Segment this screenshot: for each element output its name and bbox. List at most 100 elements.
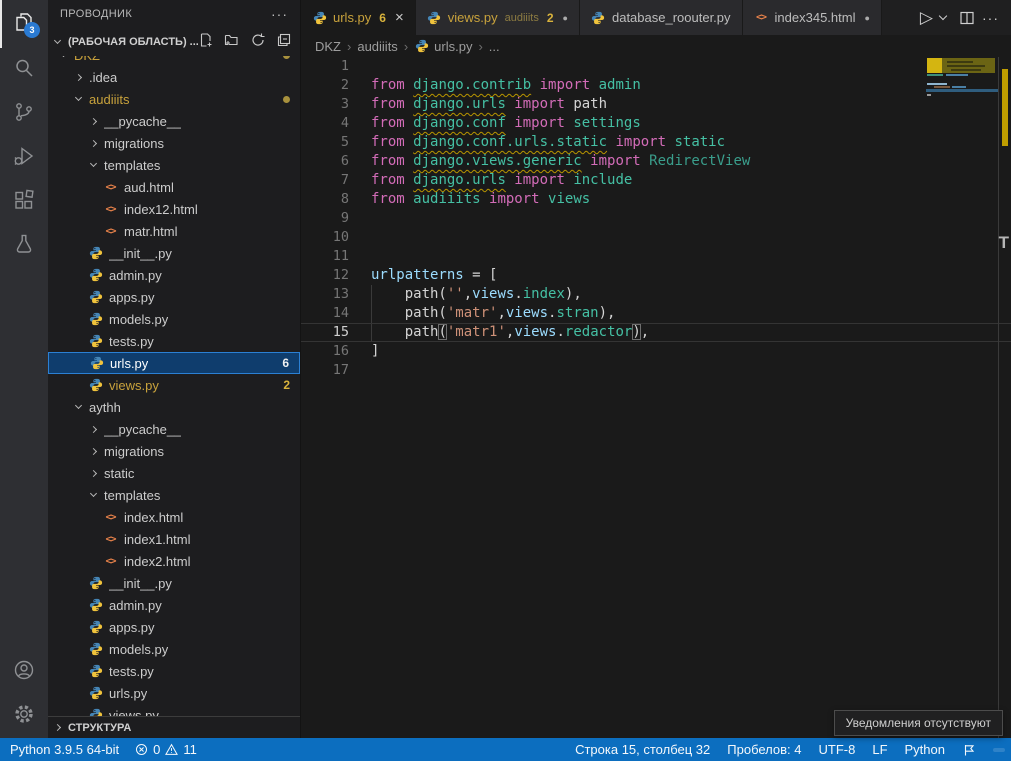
- tree-item-views.py[interactable]: views.py: [48, 704, 300, 716]
- tree-item-label: matr.html: [124, 224, 177, 239]
- code-line-13[interactable]: 13 path('',views.index),: [301, 285, 1011, 304]
- encoding-status[interactable]: UTF-8: [819, 742, 856, 757]
- tree-item-audiiits[interactable]: audiiits: [48, 88, 300, 110]
- eol-status[interactable]: LF: [872, 742, 887, 757]
- python-icon: [88, 642, 103, 657]
- activitybar-source-control[interactable]: [0, 92, 48, 136]
- breadcrumb-item[interactable]: ...: [489, 39, 500, 54]
- tree-item-apps.py[interactable]: apps.py: [48, 616, 300, 638]
- activitybar-extensions[interactable]: [0, 180, 48, 224]
- code-editor[interactable]: 12from django.contrib import admin3from …: [301, 57, 1011, 738]
- tree-item-index12.html[interactable]: <>index12.html: [48, 198, 300, 220]
- activitybar-run-debug[interactable]: [0, 136, 48, 180]
- scrollbar[interactable]: [998, 57, 1011, 738]
- tree-item-matr.html[interactable]: <>matr.html: [48, 220, 300, 242]
- tab-index345.html[interactable]: <>index345.html●: [743, 0, 882, 35]
- new-folder-icon[interactable]: [224, 32, 240, 53]
- run-dropdown-chevron-icon[interactable]: [939, 12, 947, 20]
- refresh-icon[interactable]: [250, 32, 266, 53]
- breadcrumb-item[interactable]: audiiits: [357, 39, 397, 54]
- code-line-6[interactable]: 6from django.views.generic import Redire…: [301, 152, 1011, 171]
- tab-views.py[interactable]: views.pyaudiiits2●: [416, 0, 580, 35]
- code-line-15[interactable]: 15 path('matr1',views.redactor),: [301, 323, 1011, 342]
- activitybar-testing[interactable]: [0, 224, 48, 268]
- language-mode-status[interactable]: Python: [905, 742, 945, 757]
- line-number: 16: [301, 342, 349, 361]
- collapse-all-icon[interactable]: [276, 32, 292, 53]
- tab-bar: urls.py6×views.pyaudiiits2●database_roou…: [301, 0, 1011, 35]
- account-icon: [12, 658, 36, 687]
- tree-item-index2.html[interactable]: <>index2.html: [48, 550, 300, 572]
- tree-item-__pycache__[interactable]: __pycache__: [48, 418, 300, 440]
- indentation-status[interactable]: Пробелов: 4: [727, 742, 801, 757]
- activitybar-search[interactable]: [0, 48, 48, 92]
- tree-item-DKZ[interactable]: DKZ: [48, 56, 300, 66]
- tree-item-templates[interactable]: templates: [48, 484, 300, 506]
- tree-item-templates[interactable]: templates: [48, 154, 300, 176]
- code-line-14[interactable]: 14 path('matr',views.stran),: [301, 304, 1011, 323]
- code-line-1[interactable]: 1: [301, 57, 1011, 76]
- activitybar-settings[interactable]: [0, 694, 48, 738]
- tree-item-tests.py[interactable]: tests.py: [48, 660, 300, 682]
- tree-item-aythh[interactable]: aythh: [48, 396, 300, 418]
- more-actions-icon[interactable]: ···: [982, 10, 999, 26]
- problems-status[interactable]: 0 11: [135, 742, 197, 757]
- chevron-down-icon: [75, 402, 82, 409]
- activitybar-explorer[interactable]: 3: [0, 0, 48, 48]
- tree-item-urls.py[interactable]: urls.py6: [48, 352, 300, 374]
- code-line-12[interactable]: 12urlpatterns = [: [301, 266, 1011, 285]
- tree-item-index.html[interactable]: <>index.html: [48, 506, 300, 528]
- code-line-17[interactable]: 17: [301, 361, 1011, 380]
- warning-count: 11: [183, 742, 197, 757]
- code-line-2[interactable]: 2from django.contrib import admin: [301, 76, 1011, 95]
- tree-item-index1.html[interactable]: <>index1.html: [48, 528, 300, 550]
- code-line-7[interactable]: 7from django.urls import include: [301, 171, 1011, 190]
- explorer-more-icon[interactable]: ···: [271, 6, 288, 22]
- tree-item-tests.py[interactable]: tests.py: [48, 330, 300, 352]
- tree-item-aud.html[interactable]: <>aud.html: [48, 176, 300, 198]
- tree-item-admin.py[interactable]: admin.py: [48, 594, 300, 616]
- tree-item-label: index.html: [124, 510, 183, 525]
- run-button[interactable]: ▷: [920, 8, 933, 28]
- code-line-16[interactable]: 16]: [301, 342, 1011, 361]
- new-file-icon[interactable]: [198, 32, 214, 53]
- workspace-section-header[interactable]: (РАБОЧАЯ ОБЛАСТЬ) ...: [48, 28, 300, 56]
- code-line-10[interactable]: 10: [301, 228, 1011, 247]
- tree-item-__init__.py[interactable]: __init__.py: [48, 572, 300, 594]
- minimap[interactable]: [926, 57, 998, 738]
- breadcrumb-item[interactable]: urls.py: [414, 39, 472, 54]
- tree-item-.idea[interactable]: .idea: [48, 66, 300, 88]
- tree-item-__pycache__[interactable]: __pycache__: [48, 110, 300, 132]
- tab-database_roouter.py[interactable]: database_roouter.py: [580, 0, 743, 35]
- status-bar: Python 3.9.5 64-bit 0 11 Строка 15, стол…: [0, 738, 1011, 761]
- breadcrumb-item[interactable]: DKZ: [315, 39, 341, 54]
- activitybar-account[interactable]: [0, 650, 48, 694]
- line-number: 15: [301, 324, 349, 341]
- code-line-3[interactable]: 3from django.urls import path: [301, 95, 1011, 114]
- notifications-bell-icon[interactable]: [993, 748, 1005, 752]
- tree-item-apps.py[interactable]: apps.py: [48, 286, 300, 308]
- tree-item-__init__.py[interactable]: __init__.py: [48, 242, 300, 264]
- tree-item-models.py[interactable]: models.py: [48, 638, 300, 660]
- split-editor-icon[interactable]: [959, 10, 975, 26]
- tree-item-admin.py[interactable]: admin.py: [48, 264, 300, 286]
- tree-item-views.py[interactable]: views.py2: [48, 374, 300, 396]
- code-line-11[interactable]: 11: [301, 247, 1011, 266]
- chevron-right-icon: [75, 73, 82, 80]
- feedback-icon[interactable]: [962, 743, 976, 757]
- python-interpreter-status[interactable]: Python 3.9.5 64-bit: [10, 742, 119, 757]
- code-line-9[interactable]: 9: [301, 209, 1011, 228]
- tree-item-static[interactable]: static: [48, 462, 300, 484]
- tree-item-migrations[interactable]: migrations: [48, 132, 300, 154]
- tab-description: audiiits: [505, 12, 539, 24]
- tree-item-urls.py[interactable]: urls.py: [48, 682, 300, 704]
- code-line-5[interactable]: 5from django.conf.urls.static import sta…: [301, 133, 1011, 152]
- tree-item-migrations[interactable]: migrations: [48, 440, 300, 462]
- tree-item-models.py[interactable]: models.py: [48, 308, 300, 330]
- code-line-4[interactable]: 4from django.conf import settings: [301, 114, 1011, 133]
- code-line-8[interactable]: 8from audiiits import views: [301, 190, 1011, 209]
- cursor-position-status[interactable]: Строка 15, столбец 32: [575, 742, 710, 757]
- outline-section-header[interactable]: СТРУКТУРА: [48, 716, 300, 738]
- tab-urls.py[interactable]: urls.py6×: [301, 0, 416, 35]
- close-icon[interactable]: ×: [395, 10, 404, 25]
